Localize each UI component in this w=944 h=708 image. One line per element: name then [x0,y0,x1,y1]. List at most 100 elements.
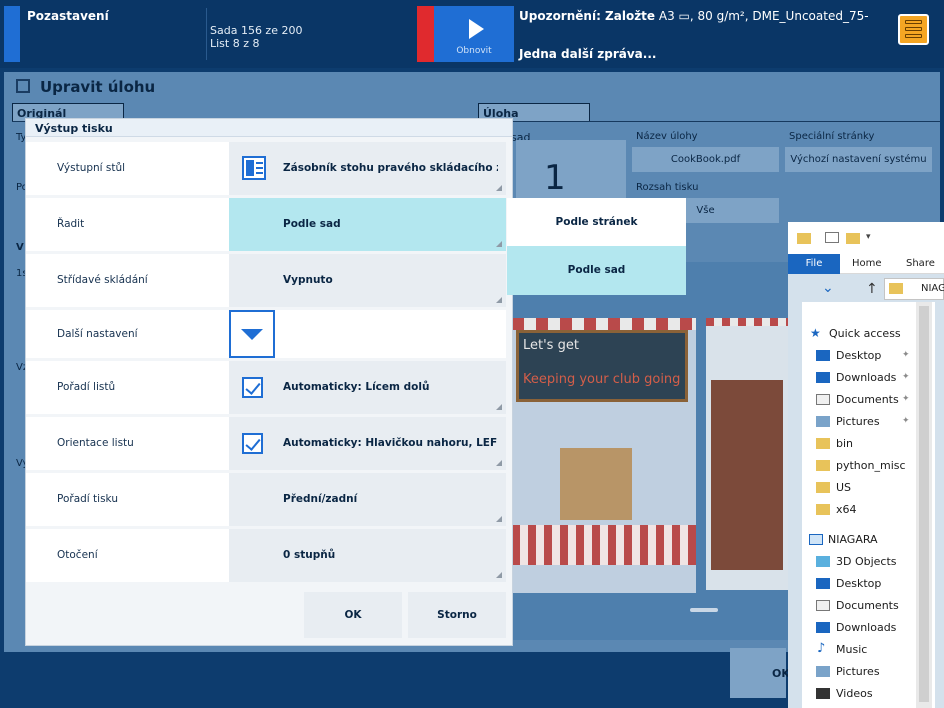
checkmark-icon[interactable] [242,377,263,398]
folder-icon [816,438,830,449]
next-message[interactable]: Jedna další zpráva... [519,47,656,61]
dropdown-option-by-pages[interactable]: Podle stránek [507,198,686,246]
pictures-icon [816,416,830,427]
setting-value: Zásobník stohu pravého skládacího za... [283,162,498,174]
documents-icon [816,600,830,611]
setting-value: Automaticky: Lícem dolů [283,381,430,393]
nav-item-us[interactable]: US [836,481,851,494]
ok-button[interactable]: OK [304,592,402,638]
collate-select[interactable]: Podle sad [229,198,506,251]
setting-row-collate: Řadit Podle sad [26,198,506,251]
setting-row-output-tray: Výstupní stůl Zásobník stohu pravého skl… [26,142,506,195]
dropdown-corner-icon [496,572,502,578]
folder-icon[interactable] [797,233,811,244]
star-icon: ★ [810,326,821,340]
nav-item-python-misc[interactable]: python_misc [836,459,906,472]
desktop-icon [816,578,830,589]
nav-item-downloads[interactable]: Downloads [836,371,896,384]
dropdown-corner-icon [496,516,502,522]
setting-label: Výstupní stůl [57,162,126,174]
output-tray-select[interactable]: Zásobník stohu pravého skládacího za... [229,142,506,195]
pictures-icon [816,666,830,677]
nav-item-bin[interactable]: bin [836,437,853,450]
setting-row-rotation: Otočení 0 stupňů [26,529,506,582]
pin-icon[interactable]: ✦ [902,372,910,382]
checkmark-icon[interactable] [242,433,263,454]
nav-item-pictures[interactable]: Pictures [836,415,880,428]
job-name-label: Název úlohy [636,131,698,142]
nav-item-computer[interactable]: NIAGARA [828,533,878,546]
nav-item-videos[interactable]: Videos [836,687,873,700]
tab-share[interactable]: Share [906,258,935,269]
nav-item-x64[interactable]: x64 [836,503,857,516]
refresh-label: Obnovit [456,46,492,56]
nav-item-documents[interactable]: Documents [836,393,899,406]
preview-awning [706,318,788,326]
setting-value: Podle sad [283,218,341,230]
cancel-button[interactable]: Storno [408,592,506,638]
explorer-titlebar: ▾ [788,222,944,254]
chevron-down-icon[interactable]: ▾ [866,232,871,242]
warning-detail: A3 ▭, 80 g/m², DME_Uncoated_75- [655,9,869,23]
sheet-orientation-select[interactable]: Automaticky: Hlavičkou nahoru, LEF [229,417,506,470]
3d-objects-icon [816,556,830,567]
dropdown-corner-icon [496,404,502,410]
documents-icon [816,394,830,405]
page-indicator[interactable] [690,608,718,612]
folder-icon [816,482,830,493]
rotation-select[interactable]: 0 stupňů [229,529,506,582]
setting-value: 0 stupňů [283,549,336,561]
special-pages-field[interactable]: Výchozí nastavení systému [785,147,932,172]
sheet-order-select[interactable]: Automaticky: Lícem dolů [229,361,506,414]
nav-item-downloads[interactable]: Downloads [836,621,896,634]
pin-icon[interactable]: ✦ [902,416,910,426]
tab-home[interactable]: Home [852,258,882,269]
refresh-button[interactable]: Obnovit [434,6,514,62]
nav-item-desktop[interactable]: Desktop [836,349,881,362]
folder-icon [816,460,830,471]
tab-file[interactable]: File [788,254,840,274]
dropdown-corner-icon [496,241,502,247]
warning-message[interactable]: Upozornění: Založte A3 ▭, 80 g/m², DME_U… [519,9,869,23]
background-ok-button[interactable]: OK [730,648,790,698]
nav-item-3d-objects[interactable]: 3D Objects [836,555,897,568]
new-folder-icon[interactable] [846,233,860,244]
setting-label: Pořadí listů [57,381,116,393]
preview-image [711,380,783,570]
setting-row-sheet-orientation: Orientace listu Automaticky: Hlavičkou n… [26,417,506,470]
nav-item-music[interactable]: Music [836,643,867,656]
preview-heading: Let's get [523,338,579,353]
offset-stacking-select[interactable]: Vypnuto [229,254,506,307]
status-indicator [4,6,20,62]
chevron-down-icon[interactable]: ⌄ [822,280,834,296]
pin-icon[interactable]: ✦ [902,394,910,404]
nav-item-documents[interactable]: Documents [836,599,899,612]
dropdown-option-by-sets[interactable]: Podle sad [507,246,686,295]
nav-item-desktop[interactable]: Desktop [836,577,881,590]
setting-row-sheet-order: Pořadí listů Automaticky: Lícem dolů [26,361,506,414]
menu-icon[interactable] [898,14,929,45]
warning-prefix: Upozornění: Založte [519,9,656,23]
preview-box-image [560,448,632,520]
setting-value: Vypnuto [283,274,333,286]
special-pages-label: Speciální stránky [789,131,875,142]
up-arrow-icon[interactable]: ↑ [866,281,878,297]
folder-icon [816,504,830,515]
quick-access[interactable]: Quick access [829,327,901,340]
print-order-select[interactable]: Přední/zadní [229,473,506,526]
setting-label: Otočení [57,549,98,561]
side-label: V [16,242,24,253]
divider [206,8,207,60]
dropdown-corner-icon [496,460,502,466]
folder-icon [889,283,903,294]
computer-icon [809,534,823,545]
pin-icon[interactable]: ✦ [902,350,910,360]
preview-awning [512,318,696,330]
properties-icon[interactable] [825,232,839,243]
job-name-field[interactable]: CookBook.pdf [632,147,779,172]
downloads-icon [816,622,830,633]
nav-item-pictures[interactable]: Pictures [836,665,880,678]
scrollbar-thumb[interactable] [919,306,929,702]
expand-more-button[interactable] [229,310,275,358]
music-icon: ♪ [817,641,826,656]
